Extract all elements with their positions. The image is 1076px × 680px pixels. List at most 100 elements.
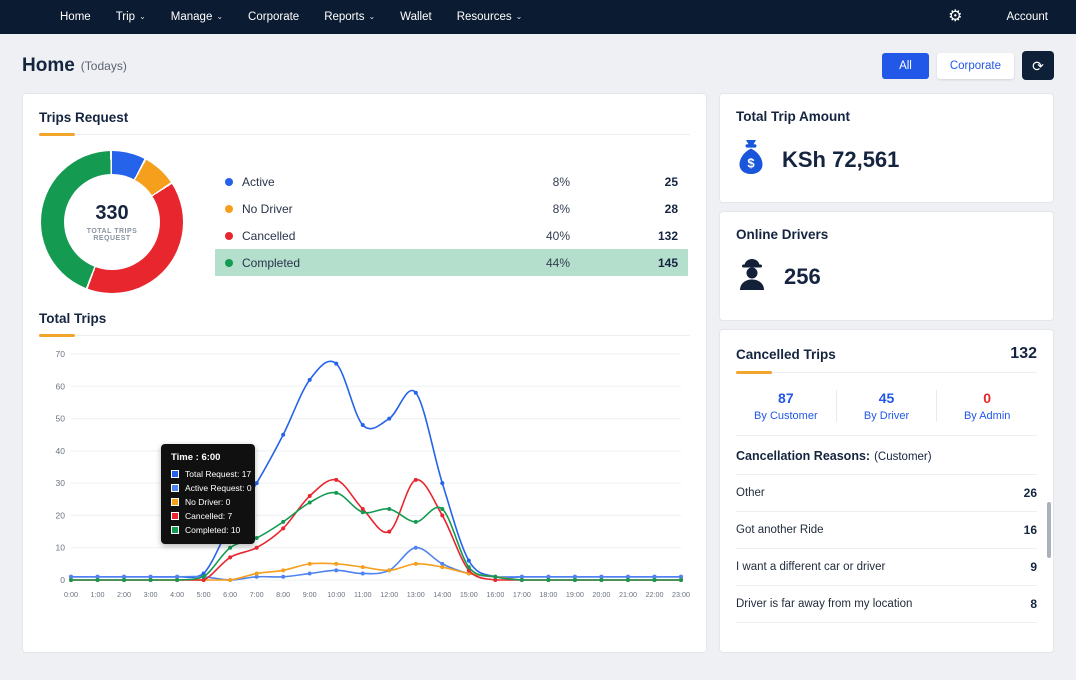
stat-by-admin: 0 By Admin — [936, 390, 1037, 422]
donut-total-label: TOTAL TRIPS REQUEST — [86, 228, 138, 242]
svg-text:40: 40 — [56, 446, 66, 456]
svg-text:6:00: 6:00 — [223, 590, 237, 599]
tooltip-series-swatch — [171, 484, 179, 492]
stat-by-customer: 87 By Customer — [754, 390, 818, 422]
svg-text:22:00: 22:00 — [645, 590, 663, 599]
tooltip-series-swatch — [171, 498, 179, 506]
svg-text:17:00: 17:00 — [513, 590, 531, 599]
nav-item-corporate[interactable]: Corporate — [248, 11, 299, 23]
section-divider — [39, 334, 690, 338]
legend-row-cancelled[interactable]: Cancelled 40% 132 — [215, 222, 688, 249]
tooltip-series-swatch — [171, 512, 179, 520]
section-divider — [736, 371, 1037, 375]
scrollbar-thumb[interactable] — [1047, 502, 1051, 558]
reason-row-other: Other 26 — [736, 475, 1037, 512]
svg-text:1:00: 1:00 — [91, 590, 105, 599]
svg-text:20:00: 20:00 — [592, 590, 610, 599]
svg-text:15:00: 15:00 — [460, 590, 478, 599]
svg-text:13:00: 13:00 — [407, 590, 425, 599]
svg-text:50: 50 — [56, 414, 66, 424]
svg-text:0: 0 — [60, 575, 65, 585]
chevron-down-icon: ⌄ — [139, 12, 146, 21]
svg-text:7:00: 7:00 — [250, 590, 264, 599]
online-drivers-title: Online Drivers — [736, 227, 829, 242]
svg-text:3:00: 3:00 — [144, 590, 158, 599]
tooltip-time: Time : 6:00 — [171, 452, 221, 463]
svg-text:21:00: 21:00 — [619, 590, 637, 599]
legend-dot — [225, 204, 233, 213]
stat-by-driver: 45 By Driver — [835, 390, 937, 422]
driver-icon — [736, 257, 768, 296]
svg-text:11:00: 11:00 — [354, 590, 371, 599]
online-drivers-value: 256 — [784, 263, 821, 289]
legend-dot — [225, 258, 233, 267]
svg-text:10: 10 — [56, 543, 66, 553]
page-title: Home — [22, 54, 75, 76]
svg-text:23:00: 23:00 — [672, 590, 690, 599]
page-header: Home (Todays) All Corporate ⟳ — [0, 34, 1076, 93]
legend-dot — [225, 231, 233, 240]
svg-text:19:00: 19:00 — [566, 590, 584, 599]
legend-dot — [225, 177, 233, 186]
svg-text:10:00: 10:00 — [327, 590, 345, 599]
trips-request-donut-chart[interactable]: 330 TOTAL TRIPS REQUEST — [41, 151, 183, 293]
cancelled-trips-stats: 87 By Customer 45 By Driver 0 By Admin — [736, 375, 1037, 436]
svg-text:5:00: 5:00 — [197, 590, 211, 599]
svg-text:70: 70 — [56, 349, 66, 359]
cancelled-trips-total: 132 — [1010, 345, 1037, 362]
legend-row-active[interactable]: Active 8% 25 — [215, 168, 688, 195]
cancelled-trips-card: Cancelled Trips 132 87 By Customer 45 By… — [719, 329, 1054, 653]
filter-corporate-button[interactable]: Corporate — [936, 52, 1014, 79]
total-trips-chart-area: 0 10 20 30 40 50 60 70 0:00 1:00 2:00 3:00 4:00 5:00 6… — [39, 344, 690, 606]
total-trip-amount-title: Total Trip Amount — [736, 109, 850, 124]
svg-text:$: $ — [747, 156, 755, 171]
svg-text:8:00: 8:00 — [276, 590, 290, 599]
nav-item-home[interactable]: Home — [60, 11, 91, 23]
refresh-button[interactable]: ⟳ — [1022, 51, 1054, 80]
trips-request-card: Trips Request 330 TOTAL TRIPS REQUEST Ac… — [22, 93, 707, 653]
trips-request-legend: Active 8% 25 No Driver 8% 28 Cancelled 4… — [215, 168, 688, 276]
refresh-icon: ⟳ — [1032, 57, 1044, 74]
svg-text:12:00: 12:00 — [380, 590, 398, 599]
svg-text:60: 60 — [56, 381, 66, 391]
section-divider — [39, 133, 690, 137]
svg-text:4:00: 4:00 — [170, 590, 184, 599]
reason-row-got-another-ride: Got another Ride 16 — [736, 512, 1037, 549]
donut-total-value: 330 — [95, 202, 129, 224]
chevron-down-icon: ⌄ — [515, 12, 523, 21]
total-trips-title: Total Trips — [39, 311, 107, 326]
svg-text:0:00: 0:00 — [64, 590, 78, 599]
svg-text:2:00: 2:00 — [117, 590, 131, 599]
chevron-down-icon: ⌄ — [368, 12, 376, 21]
svg-text:20: 20 — [56, 510, 66, 520]
reason-row-different-car: I want a different car or driver 9 — [736, 549, 1037, 586]
chart-tooltip: Time : 6:00 Total Request: 17 Active Req… — [161, 444, 255, 544]
nav-item-reports[interactable]: Reports ⌄ — [324, 11, 375, 23]
nav-item-wallet[interactable]: Wallet — [400, 11, 432, 23]
online-drivers-card: Online Drivers 256 — [719, 211, 1054, 321]
nav-item-resources[interactable]: Resources ⌄ — [457, 11, 523, 23]
svg-text:30: 30 — [56, 478, 66, 488]
total-trip-amount-card: Total Trip Amount $ KSh 72,561 — [719, 93, 1054, 203]
svg-text:18:00: 18:00 — [539, 590, 557, 599]
nav-item-trip[interactable]: Trip ⌄ — [116, 11, 146, 23]
top-navbar: Home Trip ⌄ Manage ⌄ Corporate Reports ⌄ Wa… — [0, 0, 1076, 34]
total-trips-line-chart[interactable]: 0 10 20 30 40 50 60 70 0:00 1:00 2:00 3:00 4:00 5:00 6… — [39, 344, 691, 606]
svg-text:14:00: 14:00 — [433, 590, 451, 599]
chevron-down-icon: ⌄ — [216, 12, 224, 21]
legend-row-completed[interactable]: Completed 44% 145 — [215, 249, 688, 276]
legend-row-no-driver[interactable]: No Driver 8% 28 — [215, 195, 688, 222]
page-subtitle: (Todays) — [80, 58, 127, 73]
gear-icon[interactable]: ⚙ — [948, 9, 962, 25]
filter-all-button[interactable]: All — [882, 52, 929, 79]
svg-text:9:00: 9:00 — [303, 590, 317, 599]
nav-item-manage[interactable]: Manage ⌄ — [171, 11, 223, 23]
tooltip-series-swatch — [171, 526, 179, 534]
cancellation-reasons-title: Cancellation Reasons: (Customer) — [736, 436, 1037, 475]
svg-text:16:00: 16:00 — [486, 590, 504, 599]
account-link[interactable]: Account — [1006, 11, 1048, 23]
trips-request-title: Trips Request — [39, 110, 129, 125]
money-bag-icon: $ — [736, 139, 766, 180]
tooltip-series-swatch — [171, 470, 179, 478]
total-trip-amount-value: KSh 72,561 — [782, 146, 900, 172]
